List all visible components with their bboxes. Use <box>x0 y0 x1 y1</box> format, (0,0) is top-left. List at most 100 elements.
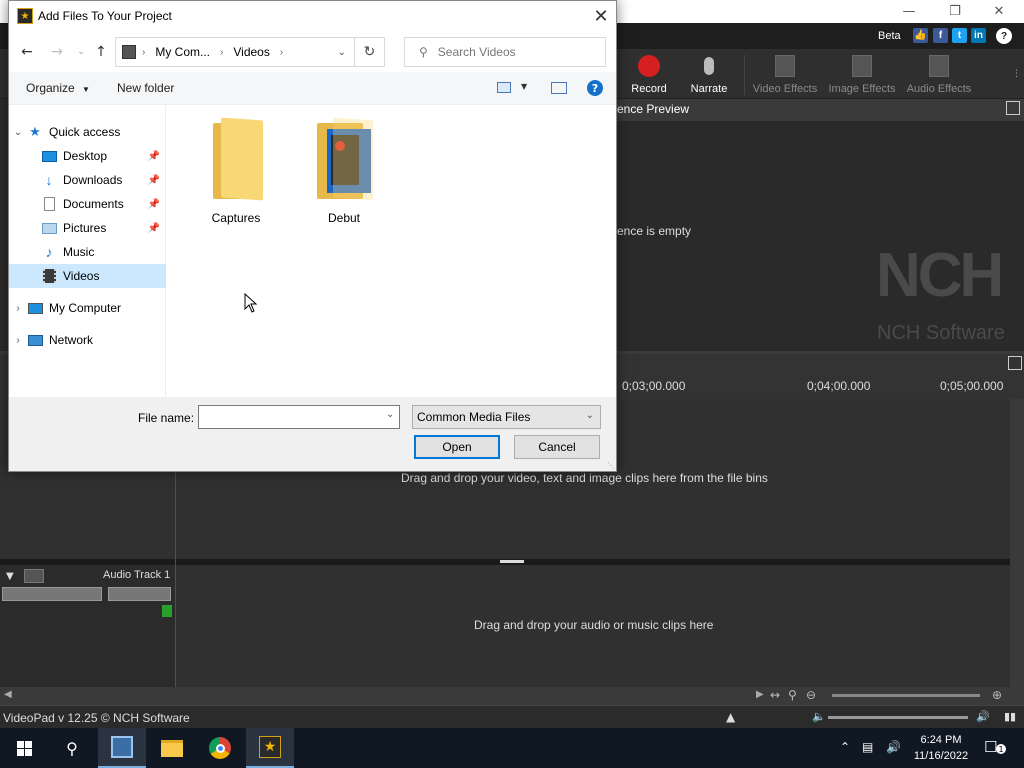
tree-item-music[interactable]: ♪ Music <box>9 240 166 264</box>
video-effects-button[interactable]: Video Effects <box>752 53 818 97</box>
folder-captures[interactable]: Captures <box>186 117 286 229</box>
narrate-button[interactable]: Narrate <box>686 53 732 97</box>
refresh-icon[interactable]: ↻ <box>355 37 385 67</box>
toolbar-overflow-icon[interactable]: ⋮ <box>1012 69 1021 79</box>
breadcrumb-videos[interactable]: Videos <box>233 45 269 59</box>
address-dropdown-icon[interactable]: ⌄ <box>338 47 346 58</box>
collapse-up-icon[interactable]: ▲ <box>726 710 735 724</box>
search-box[interactable]: ⚲ Search Videos <box>404 37 606 67</box>
tree-item-documents[interactable]: Documents 📌 <box>9 192 166 216</box>
master-volume-slider[interactable] <box>828 716 968 719</box>
taskbar-videopad[interactable]: ★ <box>246 728 294 768</box>
horizontal-scrollbar[interactable]: ◀ ▶ ↔ ⚲ ⊖ ⊕ <box>0 687 1024 705</box>
folder-icon <box>207 117 265 201</box>
search-icon: ⚲ <box>419 45 428 59</box>
zoom-out-icon[interactable]: ⊖ <box>806 688 816 702</box>
expanded-chevron-icon[interactable]: ⌄ <box>9 127 27 138</box>
change-view-icon[interactable] <box>497 82 511 93</box>
minimize-button[interactable]: — <box>886 0 932 23</box>
ruler-tick-label: 0;05;00.000 <box>940 379 1004 393</box>
file-type-select[interactable]: Common Media Files ⌄ <box>412 405 601 429</box>
computer-icon <box>27 301 43 315</box>
vertical-scrollbar[interactable] <box>1010 399 1024 687</box>
notification-count-badge: 1 <box>996 744 1006 754</box>
tree-item-quick-access[interactable]: ⌄ ★ Quick access <box>9 120 166 144</box>
twitter-icon[interactable]: t <box>952 28 967 43</box>
help-icon[interactable]: ? <box>996 28 1012 44</box>
undock-icon[interactable] <box>1006 101 1020 115</box>
zoom-in-icon[interactable]: ⊕ <box>992 688 1002 702</box>
dialog-titlebar[interactable]: ★ Add Files To Your Project ✕ <box>9 1 616 32</box>
microphone-icon <box>697 53 721 79</box>
volume-tray-icon[interactable]: 🔊 <box>886 740 901 754</box>
speaker-icon[interactable] <box>24 569 44 583</box>
pan-slider[interactable] <box>108 587 171 601</box>
image-effects-button[interactable]: Image Effects <box>828 53 896 97</box>
zoom-icon[interactable]: ⚲ <box>788 688 797 702</box>
tree-item-network[interactable]: › Network <box>9 328 166 352</box>
system-clock[interactable]: 6:24 PM 11/16/2022 <box>910 732 972 764</box>
zoom-slider[interactable] <box>832 694 980 697</box>
forward-arrow-icon[interactable]: → <box>47 42 67 62</box>
new-folder-button[interactable]: New folder <box>117 81 174 95</box>
audio-effects-button[interactable]: Audio Effects <box>906 53 972 97</box>
tree-item-desktop[interactable]: Desktop 📌 <box>9 144 166 168</box>
collapsed-chevron-icon[interactable]: › <box>9 303 27 314</box>
sequence-preview-header: ence Preview <box>617 99 1024 121</box>
ruler-tick-label: 0;03;00.000 <box>622 379 686 393</box>
pin-icon[interactable]: 📌 <box>148 175 160 186</box>
recent-locations-icon[interactable]: ⌄ <box>71 42 91 62</box>
address-bar[interactable]: › My Com... › Videos › ⌄ <box>115 37 355 67</box>
organize-button[interactable]: Organize ▼ <box>26 81 90 95</box>
clock-date: 11/16/2022 <box>913 750 969 762</box>
show-hidden-icons-icon[interactable]: ⌃ <box>840 740 850 754</box>
back-arrow-icon[interactable]: ← <box>17 42 37 62</box>
fit-icon[interactable]: ↔ <box>770 688 780 702</box>
resize-grip-icon[interactable]: ⋱ <box>607 461 615 470</box>
pin-icon[interactable]: 📌 <box>148 199 160 210</box>
scroll-left-icon[interactable]: ◀ <box>4 689 12 700</box>
playhead[interactable] <box>175 470 176 687</box>
collapsed-chevron-icon[interactable]: › <box>9 335 27 346</box>
tree-item-videos[interactable]: Videos <box>9 264 166 288</box>
maximize-button[interactable]: ❐ <box>932 0 978 23</box>
scroll-right-icon[interactable]: ▶ <box>756 689 764 700</box>
like-icon[interactable]: 👍 <box>913 28 928 43</box>
pin-icon[interactable]: 📌 <box>148 223 160 234</box>
preview-pane-icon[interactable] <box>551 82 567 94</box>
up-arrow-icon[interactable]: ↑ <box>91 42 111 62</box>
pin-icon[interactable]: 📌 <box>148 151 160 162</box>
help-icon[interactable]: ? <box>587 80 603 96</box>
app-close-button[interactable]: ✕ <box>976 0 1022 23</box>
navigation-pane: ⌄ ★ Quick access Desktop 📌 ↓ Downloads 📌… <box>9 105 166 397</box>
facebook-icon[interactable]: f <box>933 28 948 43</box>
record-button[interactable]: Record <box>628 53 670 97</box>
start-button[interactable] <box>0 728 48 768</box>
videopad-icon: ★ <box>259 736 281 758</box>
volume-slider[interactable] <box>2 587 102 601</box>
cancel-button[interactable]: Cancel <box>514 435 600 459</box>
tree-item-downloads[interactable]: ↓ Downloads 📌 <box>9 168 166 192</box>
open-button[interactable]: Open <box>414 435 500 459</box>
folder-debut[interactable]: Debut <box>294 117 394 229</box>
tree-item-pictures[interactable]: Pictures 📌 <box>9 216 166 240</box>
taskbar-chrome[interactable] <box>196 728 244 768</box>
command-bar: Organize ▼ New folder ▼ ? <box>9 72 616 105</box>
dialog-close-button[interactable]: ✕ <box>586 1 616 32</box>
breadcrumb-my-computer[interactable]: My Com... <box>155 45 210 59</box>
file-name-input[interactable] <box>198 405 400 429</box>
taskbar-file-explorer[interactable] <box>148 728 196 768</box>
nch-software-watermark: NCH Software <box>877 322 1005 344</box>
file-list: Captures Debut <box>166 105 616 397</box>
linkedin-icon[interactable]: in <box>971 28 986 43</box>
network-tray-icon[interactable]: ▤ <box>862 740 873 754</box>
undock-timeline-icon[interactable] <box>1008 356 1022 370</box>
search-taskbar-icon[interactable]: ⚲ <box>48 728 96 768</box>
tree-item-my-computer[interactable]: › My Computer <box>9 296 166 320</box>
view-dropdown-icon[interactable]: ▼ <box>521 82 527 91</box>
windows-icon <box>16 740 32 756</box>
taskbar-videopad-film[interactable] <box>98 728 146 768</box>
collapse-icon[interactable]: ▼ <box>6 571 14 582</box>
document-icon <box>41 197 57 211</box>
file-name-dropdown-icon[interactable]: ⌄ <box>386 409 394 420</box>
